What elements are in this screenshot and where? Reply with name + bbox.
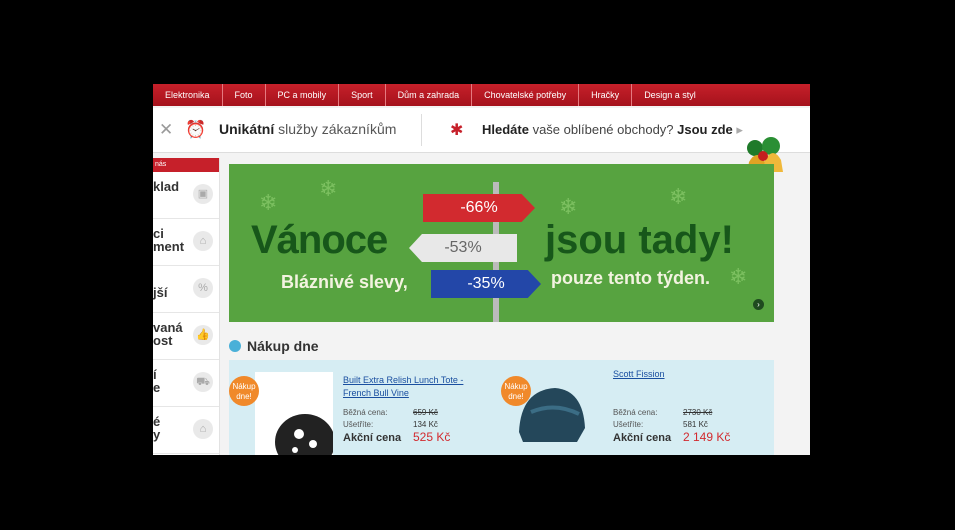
sidebar-item-label: í e <box>153 367 161 395</box>
savings-value: 581 Kč <box>683 420 708 429</box>
deal-badge: Nákup dne! <box>229 376 259 406</box>
sign-discount-white: -53% <box>409 234 517 262</box>
nav-item-foto[interactable]: Foto <box>223 84 266 106</box>
sidebar-item-label: é y <box>153 414 161 442</box>
snowflake-icon: ❄ <box>669 184 688 209</box>
service-bar: ✕ ⏰ Unikátní služby zákazníkům ✱ Hledáte… <box>153 108 810 153</box>
action-price: 525 Kč <box>413 430 451 444</box>
product-card[interactable]: Nákup dne! Scott Fission Běžná cena: 273… <box>501 360 774 455</box>
snowflake-icon: ❄ <box>559 194 578 219</box>
savings-label: Ušetříte: <box>343 420 374 429</box>
regular-price: 659 Kč <box>413 408 438 417</box>
snowflake-icon: ❄ <box>259 190 278 215</box>
regular-price-label: Běžná cena: <box>613 408 658 417</box>
nav-item-design[interactable]: Design a styl <box>632 84 708 106</box>
sidebar-item[interactable]: jší % <box>153 266 219 313</box>
banner-subtitle-right: pouze tento týden. <box>551 268 710 288</box>
banner-subtitle-left: Bláznivé slevy, <box>281 272 408 292</box>
browser-screen: Elektronika Foto PC a mobily Sport Dům a… <box>153 84 810 455</box>
box-icon: ▣ <box>193 184 213 204</box>
sidebar-item-label: vaná ost <box>153 320 183 348</box>
percent-icon: % <box>193 278 213 298</box>
sidebar-item-label: jší <box>153 285 168 300</box>
truck-icon: ⛟ <box>193 372 213 392</box>
banner-title-right: jsou tady! <box>545 218 734 262</box>
product-image[interactable] <box>255 372 335 455</box>
nav-item-pc-mobily[interactable]: PC a mobily <box>266 84 340 106</box>
sidebar-item-label: ci ment <box>153 226 185 254</box>
sign-discount-blue: -35% <box>431 270 541 298</box>
basket-icon: ⌂ <box>193 231 213 251</box>
banner-next-button[interactable]: › <box>753 299 764 310</box>
deal-of-day-title: Nákup dne <box>247 338 319 354</box>
action-price-label: Akční cena <box>613 432 672 444</box>
snowflake-icon: ❄ <box>319 176 338 201</box>
regular-price-label: Běžná cena: <box>343 408 388 417</box>
thumbs-up-icon: 👍 <box>193 325 213 345</box>
tools-icon[interactable]: ✕ <box>159 120 173 140</box>
nav-item-chovatelske[interactable]: Chovatelské potřeby <box>472 84 580 106</box>
sidebar-item[interactable]: klad ▣ <box>153 172 219 219</box>
deals-area: Nákup dne! Built Extra Relish Lunch Tote… <box>229 360 774 455</box>
shop-icon: ✱ <box>450 122 464 139</box>
nav-item-hracky[interactable]: Hračky <box>579 84 633 106</box>
product-card[interactable]: Nákup dne! Built Extra Relish Lunch Tote… <box>229 360 501 455</box>
nav-item-dum-zahrada[interactable]: Dům a zahrada <box>386 84 473 106</box>
action-price-label: Akční cena <box>343 432 402 444</box>
sidebar-header: nás <box>153 158 219 172</box>
nav-item-elektronika[interactable]: Elektronika <box>153 84 223 106</box>
alarm-clock-icon[interactable]: ⏰ <box>185 120 206 140</box>
product-name-link[interactable]: Built Extra Relish Lunch Tote - French B… <box>343 374 493 400</box>
sidebar: nás klad ▣ ci ment ⌂ jší % vaná ost 👍 í … <box>153 158 220 455</box>
action-price: 2 149 Kč <box>683 430 731 444</box>
deal-of-day-icon <box>229 340 241 352</box>
nav-item-sport[interactable]: Sport <box>339 84 386 106</box>
sign-discount-red: -66% <box>423 194 535 222</box>
product-name-link[interactable]: Scott Fission <box>613 368 763 381</box>
sidebar-item[interactable]: vaná ost 👍 <box>153 313 219 360</box>
savings-label: Ušetříte: <box>613 420 644 429</box>
regular-price: 2730 Kč <box>683 408 713 417</box>
unique-services-link[interactable]: Unikátní služby zákazníkům <box>219 121 396 137</box>
sidebar-item[interactable]: ci ment ⌂ <box>153 219 219 266</box>
snowflake-icon: ❄ <box>729 264 748 289</box>
find-shops-link[interactable]: ✱ Hledáte vaše oblíbené obchody? Jsou zd… <box>421 114 743 146</box>
home-icon: ⌂ <box>193 419 213 439</box>
savings-value: 134 Kč <box>413 420 438 429</box>
sidebar-item[interactable]: é y ⌂ <box>153 407 219 454</box>
sidebar-item[interactable]: í e ⛟ <box>153 360 219 407</box>
category-nav: Elektronika Foto PC a mobily Sport Dům a… <box>153 84 810 106</box>
banner-title-left: Vánoce <box>251 218 388 262</box>
christmas-banner[interactable]: ❄ ❄ ❄ ❄ ❄ Vánoce jsou tady! Bláznivé sle… <box>229 164 774 322</box>
sidebar-item-label: klad <box>153 179 180 194</box>
deal-badge: Nákup dne! <box>501 376 531 406</box>
